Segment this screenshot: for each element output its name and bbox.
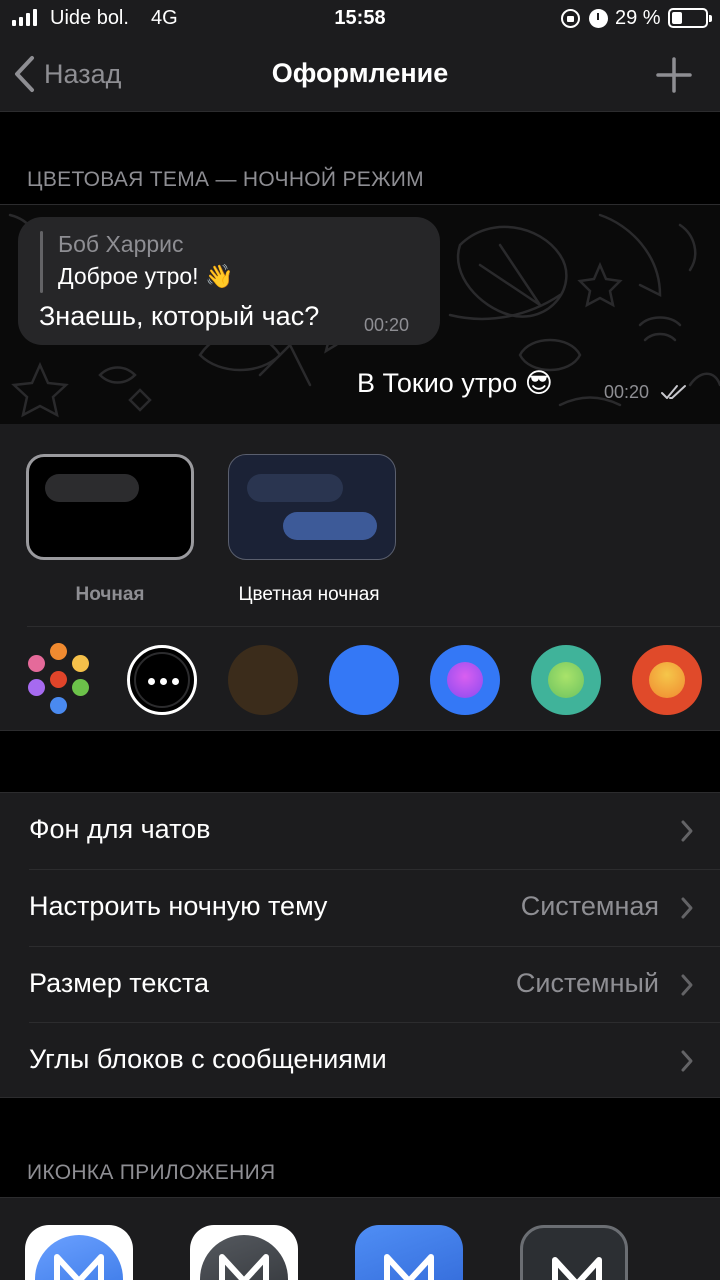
theme-night-option[interactable] xyxy=(26,454,194,560)
reply-text: Доброе утро! 👋 xyxy=(58,263,234,289)
app-icon-picker xyxy=(0,1197,720,1280)
status-time: 15:58 xyxy=(334,7,386,29)
accent-mint-swatch[interactable] xyxy=(531,645,601,715)
page-title: Оформление xyxy=(271,58,449,88)
accent-multicolor-swatch[interactable] xyxy=(24,643,94,715)
orientation-lock-icon xyxy=(561,9,580,28)
color-theme-section-header: ЦВЕТОВАЯ ТЕМА — НОЧНОЙ РЕЖИМ xyxy=(27,168,424,191)
bubble-corners-row[interactable]: Углы блоков с сообщениями xyxy=(0,1023,720,1099)
text-size-value: Системный xyxy=(515,968,659,998)
night-theme-value: Системная xyxy=(520,891,659,921)
theme-night-label: Ночная xyxy=(75,584,145,605)
chevron-right-icon xyxy=(681,1050,693,1072)
accent-brown-swatch[interactable] xyxy=(228,645,298,715)
app-icon-dark[interactable] xyxy=(520,1225,628,1280)
theme-preview-bubble xyxy=(283,512,377,540)
accent-blue-swatch[interactable] xyxy=(329,645,399,715)
theme-picker: Ночная Цветная ночная xyxy=(0,424,720,731)
chat-background-row[interactable]: Фон для чатов xyxy=(0,793,720,869)
reply-indicator xyxy=(40,231,43,293)
alarm-icon xyxy=(589,9,608,28)
battery-percent: 29 % xyxy=(615,7,661,29)
night-theme-label: Настроить ночную тему xyxy=(29,891,328,921)
app-logo-icon xyxy=(54,1254,104,1280)
chevron-right-icon xyxy=(681,974,693,996)
read-checkmarks-icon xyxy=(661,385,686,399)
navigation-bar: Назад Оформление xyxy=(0,40,720,112)
chevron-right-icon xyxy=(681,820,693,842)
appearance-settings-list: Фон для чатов Настроить ночную тему Сист… xyxy=(0,792,720,1098)
app-icon-dark-on-light[interactable] xyxy=(190,1225,298,1280)
bubble-corners-label: Углы блоков с сообщениями xyxy=(29,1044,387,1074)
incoming-message-text: Знаешь, который час? xyxy=(39,301,320,331)
theme-preview-bubble xyxy=(45,474,139,502)
divider xyxy=(27,626,720,627)
app-logo-icon xyxy=(384,1254,434,1280)
reply-author: Боб Харрис xyxy=(58,231,184,257)
chevron-right-icon xyxy=(681,897,693,919)
chat-preview: Боб Харрис Доброе утро! 👋 Знаешь, которы… xyxy=(0,204,720,424)
chat-background-label: Фон для чатов xyxy=(29,814,211,844)
app-icon-section-header: ИКОНКА ПРИЛОЖЕНИЯ xyxy=(27,1161,276,1184)
incoming-message-bubble: Боб Харрис Доброе утро! 👋 Знаешь, которы… xyxy=(18,217,440,345)
app-logo-icon xyxy=(219,1254,269,1280)
plus-icon[interactable] xyxy=(655,56,693,94)
app-logo-icon xyxy=(552,1257,602,1280)
theme-preview-bubble xyxy=(247,474,343,502)
text-size-row[interactable]: Размер текста Системный xyxy=(0,947,720,1023)
text-size-label: Размер текста xyxy=(29,968,210,998)
accent-blue-violet-swatch[interactable] xyxy=(430,645,500,715)
app-icon-default[interactable] xyxy=(25,1225,133,1280)
app-icon-blue[interactable] xyxy=(355,1225,463,1280)
theme-tinted-night-label: Цветная ночная xyxy=(238,584,380,605)
accent-orange-swatch[interactable] xyxy=(632,645,702,715)
status-bar: Uide bol. 4G 15:58 29 % xyxy=(0,0,720,40)
outgoing-message-time: 00:20 xyxy=(604,382,650,402)
night-theme-row[interactable]: Настроить ночную тему Системная xyxy=(0,870,720,946)
theme-tinted-night-option[interactable] xyxy=(228,454,396,560)
incoming-message-time: 00:20 xyxy=(364,315,410,335)
battery-icon xyxy=(668,8,712,28)
outgoing-message-text: В Токио утро 😎 xyxy=(357,368,553,398)
accent-more-swatch[interactable] xyxy=(127,645,197,715)
